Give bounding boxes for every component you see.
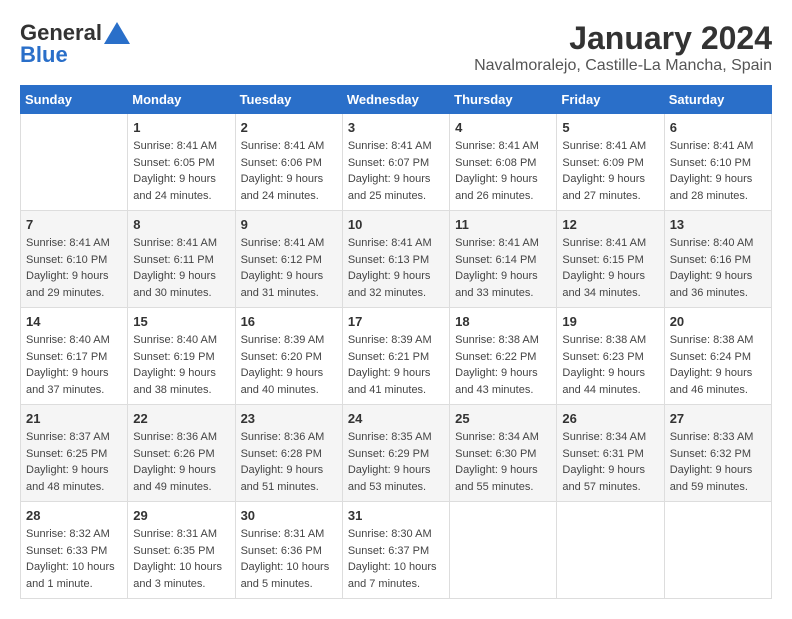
table-row: 1 Sunrise: 8:41 AMSunset: 6:05 PMDayligh… [21, 114, 772, 211]
cell-jan13: 13 Sunrise: 8:40 AMSunset: 6:16 PMDaylig… [664, 211, 771, 308]
cell-jan28: 28 Sunrise: 8:32 AMSunset: 6:33 PMDaylig… [21, 502, 128, 599]
cell-jan8: 8 Sunrise: 8:41 AMSunset: 6:11 PMDayligh… [128, 211, 235, 308]
page-header: General Blue January 2024 Navalmoralejo,… [20, 20, 772, 75]
table-row: 14 Sunrise: 8:40 AMSunset: 6:17 PMDaylig… [21, 308, 772, 405]
cell-jan20: 20 Sunrise: 8:38 AMSunset: 6:24 PMDaylig… [664, 308, 771, 405]
table-row: 7 Sunrise: 8:41 AMSunset: 6:10 PMDayligh… [21, 211, 772, 308]
cell-jan10: 10 Sunrise: 8:41 AMSunset: 6:13 PMDaylig… [342, 211, 449, 308]
month-title: January 2024 [474, 20, 772, 57]
col-friday: Friday [557, 86, 664, 114]
title-section: January 2024 Navalmoralejo, Castille-La … [474, 20, 772, 75]
cell-jan22: 22 Sunrise: 8:36 AMSunset: 6:26 PMDaylig… [128, 405, 235, 502]
cell-jan9: 9 Sunrise: 8:41 AMSunset: 6:12 PMDayligh… [235, 211, 342, 308]
cell-empty [21, 114, 128, 211]
cell-jan5: 5 Sunrise: 8:41 AMSunset: 6:09 PMDayligh… [557, 114, 664, 211]
col-tuesday: Tuesday [235, 86, 342, 114]
col-saturday: Saturday [664, 86, 771, 114]
cell-jan31: 31 Sunrise: 8:30 AMSunset: 6:37 PMDaylig… [342, 502, 449, 599]
cell-jan17: 17 Sunrise: 8:39 AMSunset: 6:21 PMDaylig… [342, 308, 449, 405]
cell-jan23: 23 Sunrise: 8:36 AMSunset: 6:28 PMDaylig… [235, 405, 342, 502]
col-wednesday: Wednesday [342, 86, 449, 114]
table-row: 21 Sunrise: 8:37 AMSunset: 6:25 PMDaylig… [21, 405, 772, 502]
cell-jan25: 25 Sunrise: 8:34 AMSunset: 6:30 PMDaylig… [450, 405, 557, 502]
cell-jan21: 21 Sunrise: 8:37 AMSunset: 6:25 PMDaylig… [21, 405, 128, 502]
location-title: Navalmoralejo, Castille-La Mancha, Spain [474, 57, 772, 75]
cell-jan7: 7 Sunrise: 8:41 AMSunset: 6:10 PMDayligh… [21, 211, 128, 308]
cell-empty-sat [664, 502, 771, 599]
cell-jan18: 18 Sunrise: 8:38 AMSunset: 6:22 PMDaylig… [450, 308, 557, 405]
logo-icon [104, 22, 130, 44]
cell-empty-thu [450, 502, 557, 599]
cell-jan19: 19 Sunrise: 8:38 AMSunset: 6:23 PMDaylig… [557, 308, 664, 405]
cell-jan30: 30 Sunrise: 8:31 AMSunset: 6:36 PMDaylig… [235, 502, 342, 599]
logo-blue-text: Blue [20, 42, 68, 68]
table-row: 28 Sunrise: 8:32 AMSunset: 6:33 PMDaylig… [21, 502, 772, 599]
calendar-header-row: Sunday Monday Tuesday Wednesday Thursday… [21, 86, 772, 114]
cell-jan16: 16 Sunrise: 8:39 AMSunset: 6:20 PMDaylig… [235, 308, 342, 405]
cell-jan24: 24 Sunrise: 8:35 AMSunset: 6:29 PMDaylig… [342, 405, 449, 502]
cell-jan15: 15 Sunrise: 8:40 AMSunset: 6:19 PMDaylig… [128, 308, 235, 405]
col-sunday: Sunday [21, 86, 128, 114]
cell-jan26: 26 Sunrise: 8:34 AMSunset: 6:31 PMDaylig… [557, 405, 664, 502]
logo: General Blue [20, 20, 130, 68]
cell-jan12: 12 Sunrise: 8:41 AMSunset: 6:15 PMDaylig… [557, 211, 664, 308]
cell-jan2: 2 Sunrise: 8:41 AMSunset: 6:06 PMDayligh… [235, 114, 342, 211]
cell-jan6: 6 Sunrise: 8:41 AMSunset: 6:10 PMDayligh… [664, 114, 771, 211]
cell-jan11: 11 Sunrise: 8:41 AMSunset: 6:14 PMDaylig… [450, 211, 557, 308]
cell-jan1: 1 Sunrise: 8:41 AMSunset: 6:05 PMDayligh… [128, 114, 235, 211]
cell-jan4: 4 Sunrise: 8:41 AMSunset: 6:08 PMDayligh… [450, 114, 557, 211]
cell-jan29: 29 Sunrise: 8:31 AMSunset: 6:35 PMDaylig… [128, 502, 235, 599]
col-thursday: Thursday [450, 86, 557, 114]
cell-empty-fri [557, 502, 664, 599]
cell-jan27: 27 Sunrise: 8:33 AMSunset: 6:32 PMDaylig… [664, 405, 771, 502]
calendar-table: Sunday Monday Tuesday Wednesday Thursday… [20, 85, 772, 599]
cell-jan3: 3 Sunrise: 8:41 AMSunset: 6:07 PMDayligh… [342, 114, 449, 211]
cell-jan14: 14 Sunrise: 8:40 AMSunset: 6:17 PMDaylig… [21, 308, 128, 405]
col-monday: Monday [128, 86, 235, 114]
